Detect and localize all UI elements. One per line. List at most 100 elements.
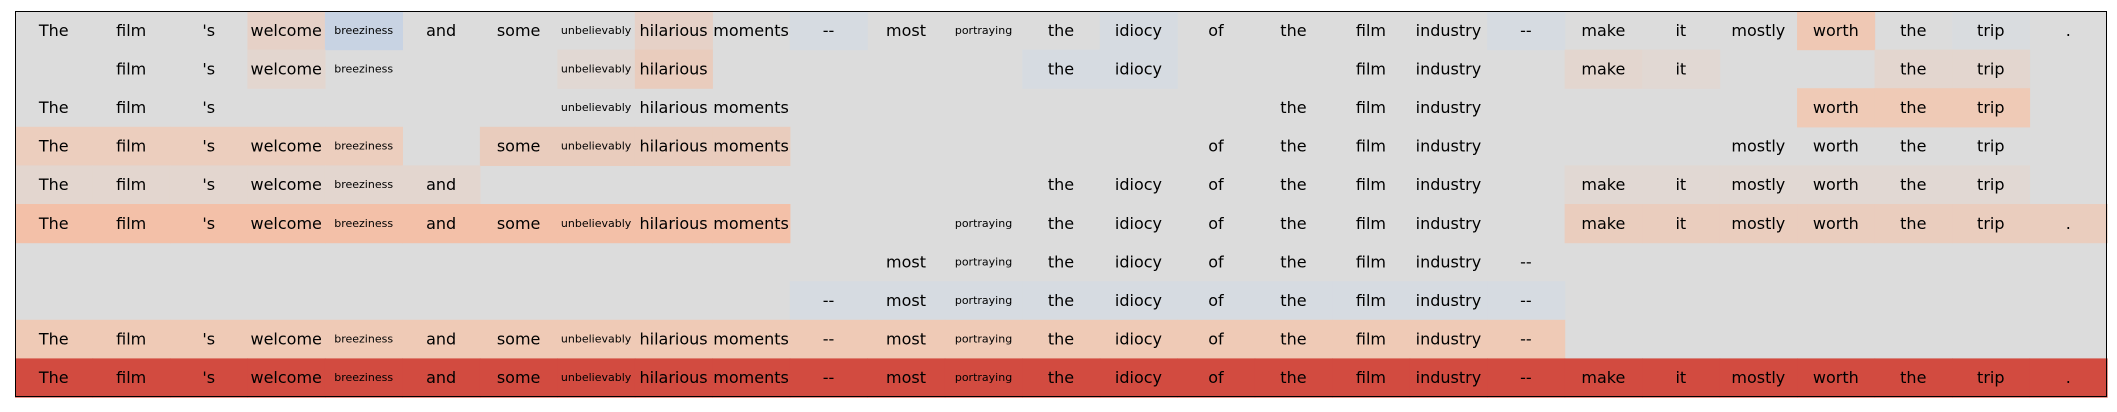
token-label-r0-c9: moments: [713, 21, 789, 40]
token-label-r0-c12: portraying: [955, 24, 1012, 37]
token-label-r5-c12: portraying: [955, 217, 1012, 230]
token-label-r3-c15: of: [1208, 137, 1224, 156]
token-label-r7-c15: of: [1208, 291, 1224, 310]
token-label-r8-c16: the: [1280, 330, 1306, 349]
token-label-r5-c1: film: [116, 214, 146, 233]
token-label-r9-c11: most: [886, 368, 926, 387]
token-label-r0-c3: welcome: [250, 21, 321, 40]
token-label-r9-c3: welcome: [250, 368, 321, 387]
token-label-r6-c12: portraying: [955, 255, 1012, 268]
token-label-r5-c23: worth: [1813, 214, 1859, 233]
token-label-r9-c7: unbelievably: [561, 371, 632, 384]
token-label-r3-c16: the: [1280, 137, 1306, 156]
token-label-r7-c17: film: [1356, 291, 1386, 310]
token-label-r8-c4: breeziness: [334, 333, 393, 346]
token-label-r5-c4: breeziness: [334, 217, 393, 230]
token-label-r4-c0: The: [38, 175, 69, 194]
token-label-r5-c5: and: [426, 214, 456, 233]
token-label-r9-c21: it: [1675, 368, 1686, 387]
token-label-r3-c2: 's: [202, 137, 215, 156]
token-label-r9-c14: idiocy: [1115, 368, 1162, 387]
token-label-r5-c26: .: [2066, 214, 2071, 233]
token-label-r6-c14: idiocy: [1115, 252, 1162, 271]
token-label-r1-c24: the: [1900, 59, 1926, 78]
token-label-r3-c1: film: [116, 137, 146, 156]
token-label-r9-c8: hilarious: [640, 368, 708, 387]
token-label-r6-c19: --: [1520, 252, 1532, 271]
token-label-r0-c24: the: [1900, 21, 1926, 40]
token-label-r9-c17: film: [1356, 368, 1386, 387]
token-label-r9-c24: the: [1900, 368, 1926, 387]
token-label-r4-c21: it: [1675, 175, 1686, 194]
token-label-r0-c14: idiocy: [1115, 21, 1162, 40]
token-label-r8-c19: --: [1520, 330, 1532, 349]
token-label-r4-c22: mostly: [1731, 175, 1785, 194]
token-label-r7-c19: --: [1520, 291, 1532, 310]
token-label-r4-c25: trip: [1977, 175, 2004, 194]
token-label-r3-c7: unbelievably: [561, 140, 632, 153]
token-label-r5-c25: trip: [1977, 214, 2004, 233]
token-label-r9-c25: trip: [1977, 368, 2004, 387]
token-label-r0-c17: film: [1356, 21, 1386, 40]
token-label-r9-c20: make: [1581, 368, 1625, 387]
token-label-r8-c15: of: [1208, 330, 1224, 349]
token-label-r6-c17: film: [1356, 252, 1386, 271]
token-label-r9-c6: some: [497, 368, 541, 387]
token-label-r0-c6: some: [497, 21, 541, 40]
token-label-r0-c15: of: [1208, 21, 1224, 40]
token-label-r3-c23: worth: [1813, 137, 1859, 156]
token-label-r1-c17: film: [1356, 59, 1386, 78]
token-label-r0-c26: .: [2066, 21, 2071, 40]
token-label-r2-c23: worth: [1813, 98, 1859, 117]
token-label-r0-c2: 's: [202, 21, 215, 40]
token-label-r5-c2: 's: [202, 214, 215, 233]
token-label-r9-c2: 's: [202, 368, 215, 387]
token-label-r9-c23: worth: [1813, 368, 1859, 387]
token-heatmap-chart: The film 's welcome breeziness and some unbelie…: [15, 11, 2108, 398]
token-label-r2-c2: 's: [202, 98, 215, 117]
token-label-r2-c7: unbelievably: [561, 101, 632, 114]
token-label-r3-c25: trip: [1977, 137, 2004, 156]
token-label-r1-c2: 's: [202, 59, 215, 78]
token-label-r8-c5: and: [426, 330, 456, 349]
token-label-r9-c0: The: [38, 368, 69, 387]
token-label-r9-c4: breeziness: [334, 371, 393, 384]
token-label-r7-c10: --: [823, 291, 835, 310]
token-label-r5-c6: some: [497, 214, 541, 233]
token-label-r1-c4: breeziness: [334, 62, 393, 75]
token-label-r9-c18: industry: [1416, 368, 1482, 387]
token-label-r9-c12: portraying: [955, 371, 1012, 384]
token-label-r0-c1: film: [116, 21, 146, 40]
token-label-r7-c11: most: [886, 291, 926, 310]
token-label-r9-c26: .: [2066, 368, 2071, 387]
token-label-r5-c16: the: [1280, 214, 1306, 233]
token-label-r2-c9: moments: [713, 98, 789, 117]
token-label-r8-c6: some: [497, 330, 541, 349]
token-label-r3-c17: film: [1356, 137, 1386, 156]
token-label-r2-c25: trip: [1977, 98, 2004, 117]
token-label-r8-c8: hilarious: [640, 330, 708, 349]
token-label-r1-c14: idiocy: [1115, 59, 1162, 78]
token-label-r3-c6: some: [497, 137, 541, 156]
token-label-r7-c18: industry: [1416, 291, 1482, 310]
token-label-r5-c3: welcome: [250, 214, 321, 233]
token-label-r5-c20: make: [1581, 214, 1625, 233]
token-label-r1-c21: it: [1675, 59, 1686, 78]
token-label-r4-c4: breeziness: [334, 178, 393, 191]
token-label-r0-c5: and: [426, 21, 456, 40]
token-label-r4-c3: welcome: [250, 175, 321, 194]
token-label-r4-c5: and: [426, 175, 456, 194]
token-label-r2-c1: film: [116, 98, 146, 117]
token-label-r8-c10: --: [823, 330, 835, 349]
token-label-r9-c16: the: [1280, 368, 1306, 387]
token-label-r4-c20: make: [1581, 175, 1625, 194]
token-label-r0-c0: The: [38, 21, 69, 40]
token-label-r6-c16: the: [1280, 252, 1306, 271]
token-label-r5-c7: unbelievably: [561, 217, 632, 230]
token-label-r0-c25: trip: [1977, 21, 2004, 40]
token-label-r7-c16: the: [1280, 291, 1306, 310]
token-label-r3-c9: moments: [713, 137, 789, 156]
token-label-r3-c3: welcome: [250, 137, 321, 156]
token-label-r8-c7: unbelievably: [561, 333, 632, 346]
token-label-r1-c8: hilarious: [640, 59, 708, 78]
